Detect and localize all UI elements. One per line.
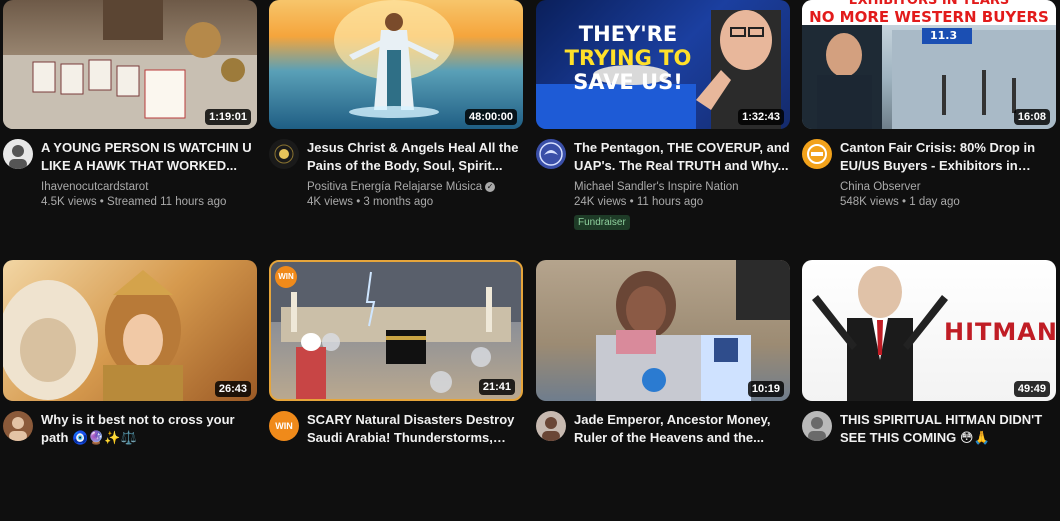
video-stats: 4K views • 3 months ago xyxy=(307,196,434,208)
video-card[interactable]: THEY'RE TRYING TO SAVE US! 1:32:43 The P… xyxy=(536,0,790,249)
channel-avatar[interactable] xyxy=(536,411,566,441)
logo-icon xyxy=(807,144,827,164)
video-title[interactable]: SCARY Natural Disasters Destroy Saudi Ar… xyxy=(307,411,523,447)
video-title[interactable]: Jade Emperor, Ancestor Money, Ruler of t… xyxy=(574,411,790,447)
lion-warrior-image xyxy=(3,270,183,401)
thumbnail-headline: THEY'RE TRYING TO SAVE US! xyxy=(564,22,692,94)
channel-avatar[interactable] xyxy=(3,139,33,169)
channel-avatar[interactable] xyxy=(3,411,33,441)
video-duration: 48:00:00 xyxy=(464,109,517,125)
video-card[interactable]: 1:19:01 A YOUNG PERSON IS WATCHIN U LIKE… xyxy=(3,0,257,249)
channel-name[interactable]: Positiva Energía Relajarse Música xyxy=(307,181,482,193)
video-thumbnail[interactable]: 26:43 xyxy=(3,260,257,401)
channel-name-row[interactable]: Positiva Energía Relajarse Música ✓ xyxy=(307,180,523,195)
channel-avatar[interactable] xyxy=(802,411,832,441)
channel-name[interactable]: Michael Sandler's Inspire Nation xyxy=(574,180,790,195)
person-icon xyxy=(9,145,27,169)
channel-name[interactable]: China Observer xyxy=(840,180,1056,195)
video-thumbnail[interactable]: WIN 21:41 xyxy=(269,260,523,401)
video-duration: 1:19:01 xyxy=(205,109,251,125)
video-title[interactable]: The Pentagon, THE COVERUP, and UAP's. Th… xyxy=(574,139,790,175)
video-stats: 548K views • 1 day ago xyxy=(840,196,960,208)
win-logo: WIN xyxy=(275,266,297,288)
sun-icon xyxy=(274,144,294,164)
fundraiser-badge: Fundraiser xyxy=(574,215,630,230)
video-thumbnail[interactable]: 48:00:00 xyxy=(269,0,523,129)
video-thumbnail[interactable]: THEY'RE TRYING TO SAVE US! 1:32:43 xyxy=(536,0,790,129)
video-title[interactable]: THIS SPIRITUAL HITMAN DIDN'T SEE THIS CO… xyxy=(840,411,1056,447)
hitman-title: HITMAN xyxy=(944,318,1056,346)
video-duration: 26:43 xyxy=(214,381,251,397)
verified-icon: ✓ xyxy=(485,181,496,192)
win-icon: WIN xyxy=(275,421,293,431)
person-icon xyxy=(542,417,560,441)
channel-avatar[interactable] xyxy=(536,139,566,169)
video-thumbnail[interactable]: 10:19 xyxy=(536,260,790,401)
video-thumbnail[interactable]: 1:19:01 xyxy=(3,0,257,129)
video-thumbnail[interactable]: HITMAN 49:49 xyxy=(802,260,1056,401)
video-duration: 16:08 xyxy=(1013,109,1050,125)
channel-avatar[interactable]: WIN xyxy=(269,411,299,441)
video-duration: 1:32:43 xyxy=(738,109,784,125)
video-title[interactable]: A YOUNG PERSON IS WATCHIN U LIKE A HAWK … xyxy=(41,139,257,175)
video-card[interactable]: 10:19 Jade Emperor, Ancestor Money, Rule… xyxy=(536,260,790,521)
bird-icon xyxy=(539,142,563,166)
video-duration: 21:41 xyxy=(478,379,515,395)
channel-name[interactable]: Ihavenocutcardstarot xyxy=(41,180,257,195)
video-stats: 24K views • 11 hours ago xyxy=(574,196,704,208)
channel-avatar[interactable] xyxy=(802,139,832,169)
video-thumbnail[interactable]: EXHIBITORS IN TEARS NO MORE WESTERN BUYE… xyxy=(802,0,1056,129)
video-duration: 49:49 xyxy=(1013,381,1050,397)
video-stats: 4.5K views • Streamed 11 hours ago xyxy=(41,196,227,208)
video-title[interactable]: Jesus Christ & Angels Heal All the Pains… xyxy=(307,139,523,175)
person-icon xyxy=(9,417,27,441)
thumbnail-headline: EXHIBITORS IN TEARS NO MORE WESTERN BUYE… xyxy=(809,0,1049,26)
channel-avatar[interactable] xyxy=(269,139,299,169)
person-icon xyxy=(808,417,826,441)
video-card[interactable]: EXHIBITORS IN TEARS NO MORE WESTERN BUYE… xyxy=(802,0,1056,249)
hall-sign: 11.3 xyxy=(930,29,958,42)
video-card[interactable]: 48:00:00 Jesus Christ & Angels Heal All … xyxy=(269,0,523,249)
video-duration: 10:19 xyxy=(747,381,784,397)
video-title[interactable]: Canton Fair Crisis: 80% Drop in EU/US Bu… xyxy=(840,139,1056,175)
video-card[interactable]: WIN 21:41 WIN SCARY Natural Disasters De… xyxy=(269,260,523,521)
video-card[interactable]: 26:43 Why is it best not to cross your p… xyxy=(3,260,257,521)
video-card[interactable]: HITMAN 49:49 THIS SPIRITUAL HITMAN DIDN'… xyxy=(802,260,1056,521)
jade-emperor-image xyxy=(596,260,790,401)
video-title[interactable]: Why is it best not to cross your path 🧿🔮… xyxy=(41,411,257,447)
